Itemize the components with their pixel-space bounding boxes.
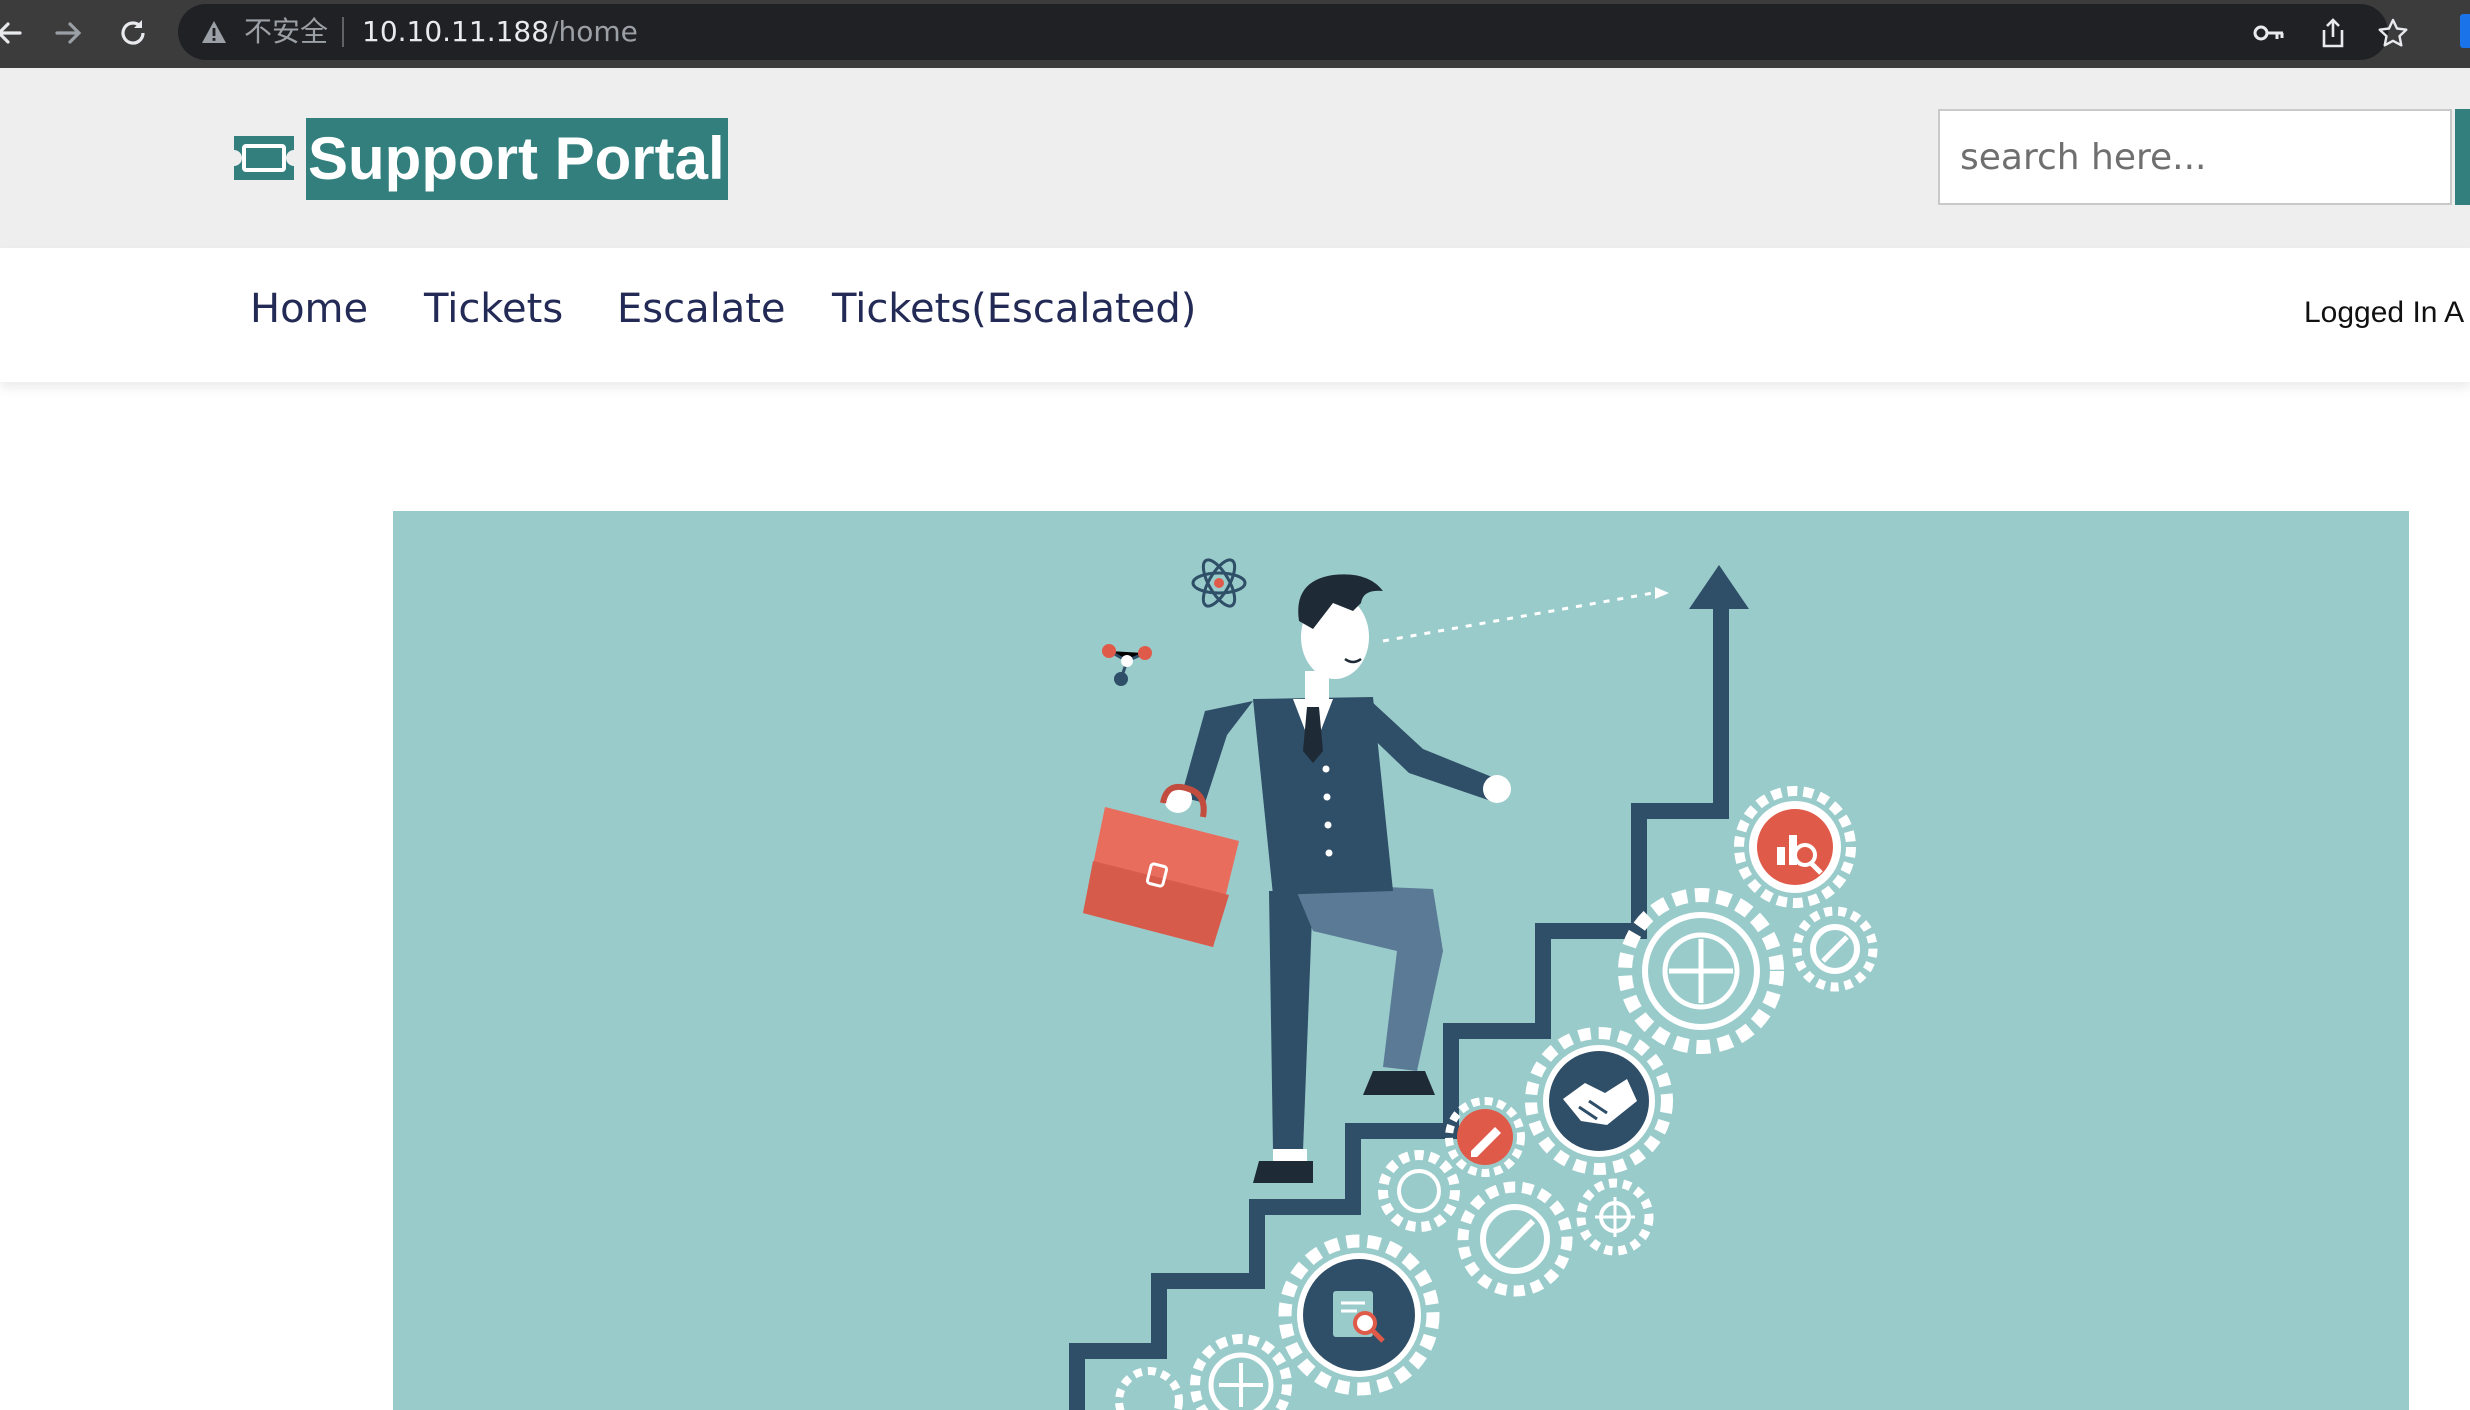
- reload-icon[interactable]: [108, 8, 158, 58]
- forward-icon[interactable]: [44, 8, 94, 58]
- nav-item-tickets-escalated[interactable]: Tickets(Escalated): [832, 286, 1196, 332]
- security-label[interactable]: 不安全: [244, 14, 328, 50]
- search-button[interactable]: [2455, 109, 2470, 205]
- brand-title[interactable]: Support Portal: [306, 118, 728, 200]
- search-input[interactable]: [1938, 109, 2452, 205]
- ticket-icon[interactable]: [228, 132, 300, 188]
- address-bar[interactable]: 不安全 10.10.11.188/home: [178, 4, 2408, 60]
- url-text[interactable]: 10.10.11.188/home: [362, 14, 638, 50]
- warning-icon[interactable]: [200, 18, 228, 50]
- back-icon[interactable]: [0, 8, 34, 58]
- share-icon[interactable]: [2316, 16, 2350, 50]
- browser-toolbar: 不安全 10.10.11.188/home: [0, 0, 2470, 68]
- key-icon[interactable]: [2252, 16, 2286, 50]
- nav-item-tickets[interactable]: Tickets: [424, 286, 563, 332]
- nav-item-home[interactable]: Home: [250, 286, 368, 332]
- address-divider: [342, 17, 344, 47]
- main-nav: Home Tickets Escalate Tickets(Escalated)…: [0, 248, 2470, 382]
- hero-illustration: [393, 511, 2409, 1410]
- star-icon[interactable]: [2376, 16, 2410, 50]
- site-header: Support Portal: [0, 68, 2470, 248]
- extension-icon[interactable]: [2460, 14, 2470, 48]
- nav-item-escalate[interactable]: Escalate: [617, 286, 786, 332]
- logged-in-status: Logged In A: [2304, 296, 2465, 329]
